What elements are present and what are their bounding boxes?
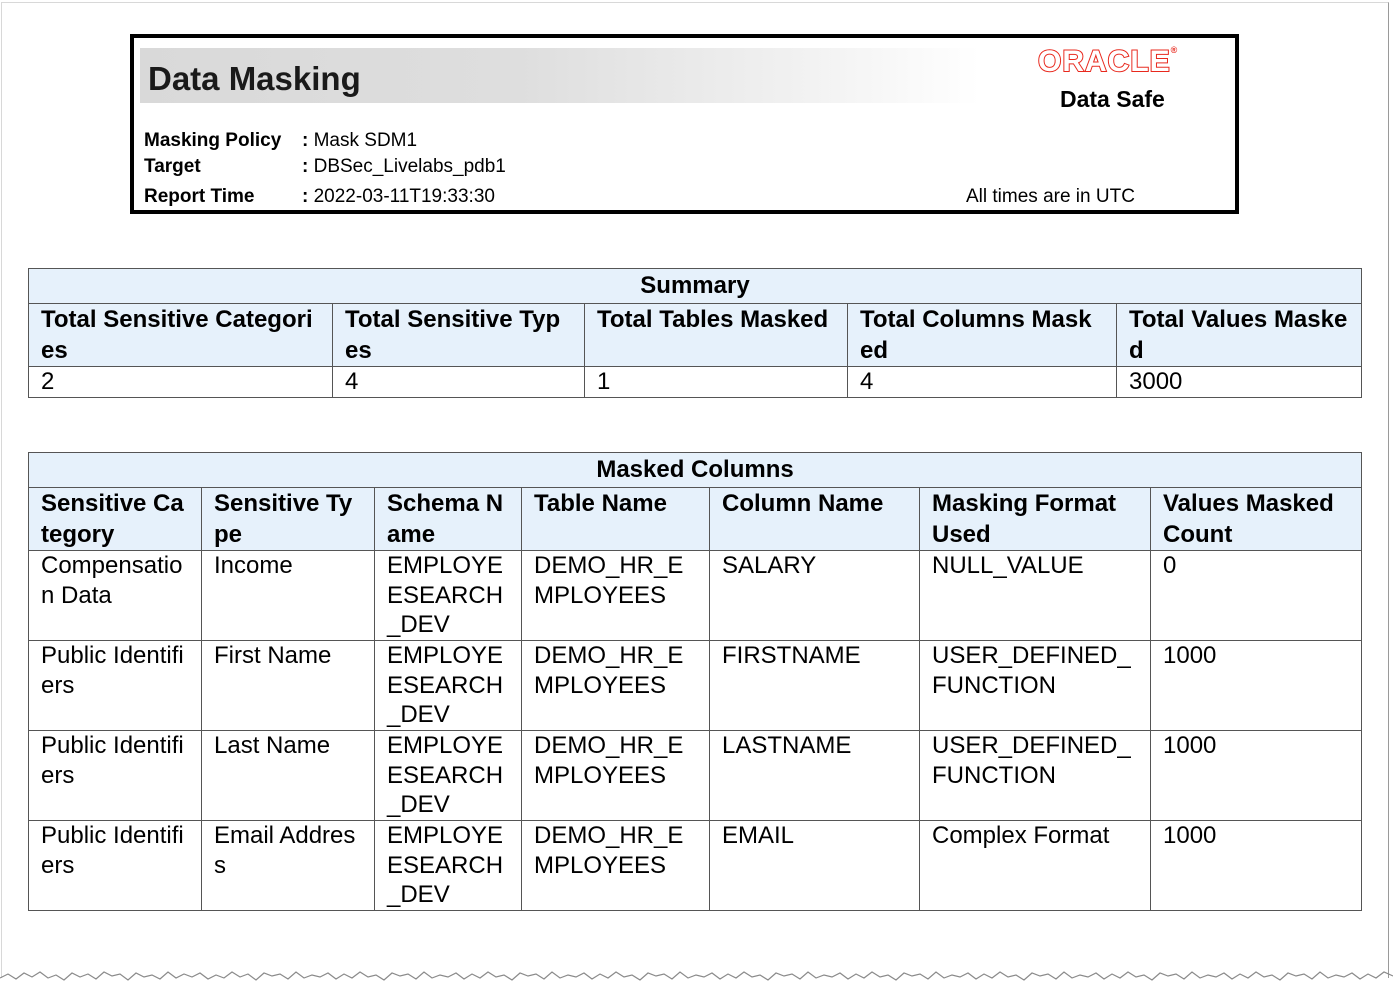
column-header: Values Masked Count [1149, 487, 1363, 551]
column-header: Total Values Masked [1116, 303, 1362, 367]
table-cell: Last Name [201, 730, 375, 821]
table-cell: Public Identifiers [28, 820, 202, 911]
meta-separator: : [302, 186, 309, 207]
table-cell: 1 [584, 366, 848, 398]
column-header: Sensitive Category [28, 487, 202, 551]
table-cell: LASTNAME [709, 730, 920, 821]
column-header: Total Sensitive Types [332, 303, 585, 367]
table-cell: EMAIL [709, 820, 920, 911]
table-cell: DEMO_HR_EMPLOYEES [521, 550, 710, 641]
table-cell: DEMO_HR_EMPLOYEES [521, 820, 710, 911]
table-row: Public Identifiers Email Address EMPLOYE… [28, 820, 1363, 911]
table-cell: 0 [1149, 550, 1363, 641]
table-cell: DEMO_HR_EMPLOYEES [521, 730, 710, 821]
meta-value: 2022-03-11T19:33:30 [313, 186, 495, 207]
meta-value: DBSec_Livelabs_pdb1 [313, 156, 506, 177]
table-cell: Public Identifiers [28, 730, 202, 821]
table-cell: FIRSTNAME [709, 640, 920, 731]
column-header: Column Name [709, 487, 920, 551]
table-cell: DEMO_HR_EMPLOYEES [521, 640, 710, 731]
meta-label: Report Time [144, 186, 255, 207]
meta-masking-policy: Masking Policy: Mask SDM1 [144, 130, 417, 152]
column-header: Schema Name [374, 487, 522, 551]
column-header: Sensitive Type [201, 487, 375, 551]
column-header: Masking Format Used [919, 487, 1151, 551]
table-cell: 1000 [1149, 640, 1363, 731]
table-cell: Email Address [201, 820, 375, 911]
table-cell: Income [201, 550, 375, 641]
table-cell: 1000 [1149, 730, 1363, 821]
table-cell: SALARY [709, 550, 920, 641]
table-cell: EMPLOYEESEARCH_DEV [374, 550, 522, 641]
table-cell: 4 [332, 366, 585, 398]
meta-separator: : [302, 156, 309, 177]
table-row: Public Identifiers First Name EMPLOYEESE… [28, 640, 1363, 731]
product-name: Data Safe [1060, 86, 1165, 112]
oracle-logo-text: ORACLE [1037, 44, 1171, 79]
report-header: Data Masking ORACLE® Data Safe Masking P… [130, 34, 1239, 214]
torn-page-edge [0, 971, 1393, 981]
table-cell: EMPLOYEESEARCH_DEV [374, 730, 522, 821]
column-header: Total Sensitive Categories [28, 303, 333, 367]
oracle-logo: ORACLE® [1037, 44, 1179, 79]
table-cell: Complex Format [919, 820, 1151, 911]
table-cell: USER_DEFINED_FUNCTION [919, 730, 1151, 821]
table-cell: NULL_VALUE [919, 550, 1151, 641]
table-cell: 1000 [1149, 820, 1363, 911]
meta-label: Target [144, 156, 201, 177]
meta-label: Masking Policy [144, 130, 282, 151]
table-cell: 3000 [1116, 366, 1362, 398]
column-header: Total Columns Masked [847, 303, 1117, 367]
table-cell: Public Identifiers [28, 640, 202, 731]
table-cell: Compensation Data [28, 550, 202, 641]
column-header: Total Tables Masked [584, 303, 848, 367]
table-cell: EMPLOYEESEARCH_DEV [374, 640, 522, 731]
table-cell: 2 [28, 366, 333, 398]
registered-mark-icon: ® [1170, 45, 1179, 55]
table-cell: 4 [847, 366, 1117, 398]
table-row: 2 4 1 4 3000 [28, 366, 1362, 398]
meta-target: Target: DBSec_Livelabs_pdb1 [144, 156, 506, 178]
masked-columns-caption: Masked Columns [27, 452, 1363, 488]
table-cell: EMPLOYEESEARCH_DEV [374, 820, 522, 911]
summary-caption: Summary [28, 268, 1362, 304]
table-cell: USER_DEFINED_FUNCTION [919, 640, 1151, 731]
table-row: Public Identifiers Last Name EMPLOYEESEA… [28, 730, 1363, 821]
masked-columns-table: Masked Columns Sensitive Category Sensit… [27, 452, 1363, 911]
timezone-note: All times are in UTC [966, 186, 1135, 207]
column-header: Table Name [521, 487, 710, 551]
table-cell: First Name [201, 640, 375, 731]
table-row: Compensation Data Income EMPLOYEESEARCH_… [28, 550, 1363, 641]
meta-value: Mask SDM1 [313, 130, 418, 151]
report-title: Data Masking [148, 60, 361, 97]
meta-report-time: Report Time: 2022-03-11T19:33:30 [144, 186, 495, 208]
summary-table: Summary Total Sensitive Categories Total… [28, 268, 1362, 398]
meta-separator: : [302, 130, 309, 151]
